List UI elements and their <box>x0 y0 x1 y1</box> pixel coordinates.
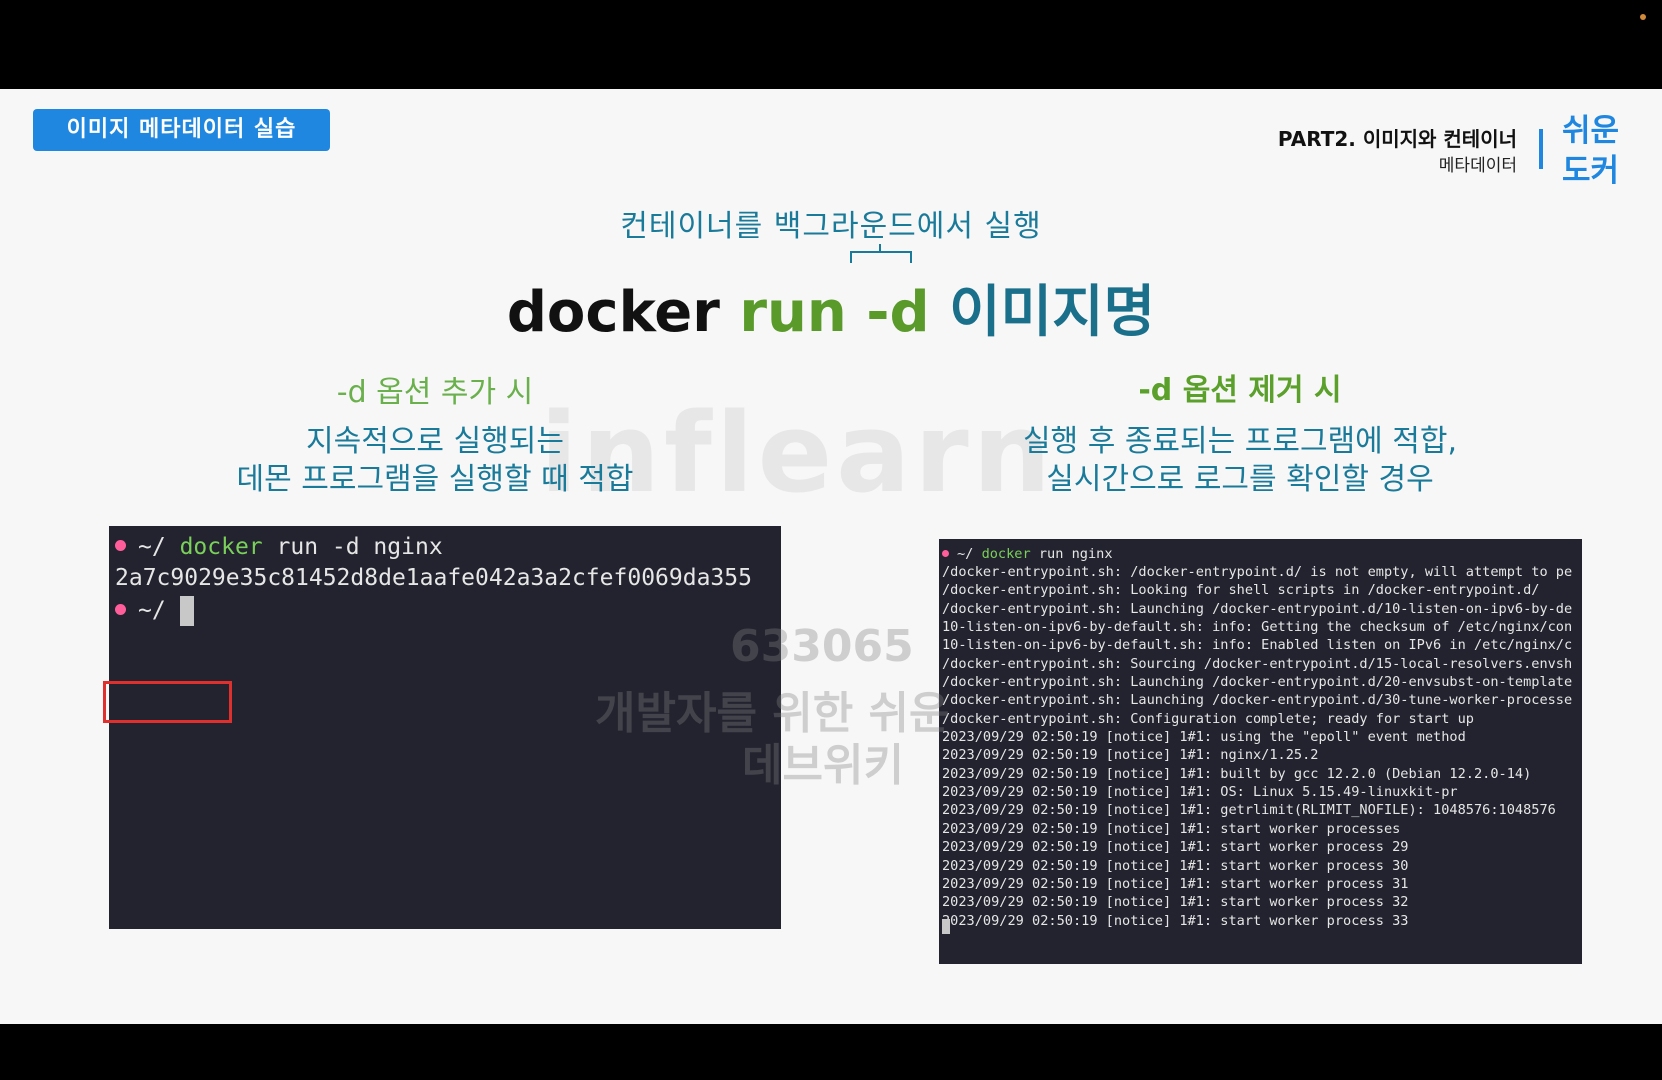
log-line: /docker-entrypoint.sh: Launching /docker… <box>942 692 1573 709</box>
logo-line-1: 쉬운 <box>1562 113 1620 149</box>
recording-indicator-dot <box>1640 14 1646 20</box>
terminal-cursor <box>942 919 950 934</box>
log-line: 2023/09/29 02:50:19 [notice] 1#1: built … <box>942 765 1532 782</box>
log-line: /docker-entrypoint.sh: Launching /docker… <box>942 600 1573 617</box>
right-desc-line-2: 실시간으로 로그를 확인할 경우 <box>1046 462 1434 497</box>
left-desc-line-2: 데몬 프로그램을 실행할 때 적합 <box>236 462 634 497</box>
log-line: 2023/09/29 02:50:19 [notice] 1#1: start … <box>942 820 1401 837</box>
right-desc-line-1: 실행 후 종료되는 프로그램에 적합, <box>1022 424 1458 459</box>
log-line: 2023/09/29 02:50:19 [notice] 1#1: getrli… <box>942 802 1556 819</box>
log-line: 2023/09/29 02:50:19 [notice] 1#1: start … <box>942 839 1409 856</box>
command-run-flag: run -d <box>739 280 930 345</box>
log-line: 2023/09/29 02:50:19 [notice] 1#1: start … <box>942 857 1409 874</box>
prompt-path: ~/ <box>957 546 974 562</box>
part-title: PART2. 이미지와 컨테이너 <box>1277 127 1517 151</box>
terminal-prompt-line: ~/ <box>115 596 194 626</box>
log-line: /docker-entrypoint.sh: Configuration com… <box>942 710 1474 727</box>
log-line: 10-listen-on-ipv6-by-default.sh: info: G… <box>942 619 1573 636</box>
log-line: /docker-entrypoint.sh: Sourcing /docker-… <box>942 655 1573 672</box>
left-heading: -d 옵션 추가 시 <box>336 375 534 410</box>
watermark-id: 633065 <box>730 621 914 672</box>
log-line: 2023/09/29 02:50:19 [notice] 1#1: OS: Li… <box>942 784 1458 801</box>
apple-prompt-icon <box>942 549 949 557</box>
command-docker: docker <box>506 280 720 345</box>
cmd-args: run -d nginx <box>262 534 443 560</box>
log-line: /docker-entrypoint.sh: Looking for shell… <box>942 582 1540 599</box>
log-line: /docker-entrypoint.sh: /docker-entrypoin… <box>942 564 1573 580</box>
right-description: 실행 후 종료되는 프로그램에 적합, 실시간으로 로그를 확인할 경우 <box>960 423 1520 499</box>
log-line: 2023/09/29 02:50:19 [notice] 1#1: start … <box>942 912 1409 929</box>
log-line: 10-listen-on-ipv6-by-default.sh: info: E… <box>942 637 1573 654</box>
command-image-name: 이미지명 <box>949 280 1156 345</box>
terminal-foreground-command: ~/ docker run nginx <box>942 545 1113 563</box>
log-line: 2023/09/29 02:50:19 [notice] 1#1: start … <box>942 894 1409 911</box>
apple-prompt-icon <box>115 540 126 551</box>
log-line: 2023/09/29 02:50:19 [notice] 1#1: using … <box>942 729 1466 746</box>
course-logo: 쉬운 도커 <box>1562 111 1632 191</box>
header-divider <box>1539 129 1543 169</box>
caption-bracket-tick <box>879 244 881 252</box>
watermark-line-3: 데브위키 <box>742 740 904 791</box>
container-id-output: 2a7c9029e35c81452d8de1aafe042a3a2cfef006… <box>115 565 752 591</box>
section-badge: 이미지 메타데이터 실습 <box>33 109 330 151</box>
terminal-foreground: ~/ docker run nginx /docker-entrypoint.s… <box>939 539 1582 964</box>
terminal-command-line: ~/ docker run -d nginx <box>115 534 443 560</box>
logo-line-2: 도커 <box>1562 153 1620 189</box>
left-desc-line-1: 지속적으로 실행되는 <box>306 424 564 459</box>
left-description: 지속적으로 실행되는 데몬 프로그램을 실행할 때 적합 <box>140 423 730 499</box>
slide: 이미지 메타데이터 실습 PART2. 이미지와 컨테이너 메타데이터 쉬운 도… <box>0 89 1662 1024</box>
cmd-docker-keyword: docker <box>981 546 1031 562</box>
cmd-args: run nginx <box>1030 546 1113 562</box>
prompt-highlight-box <box>103 681 232 723</box>
command-caption: 컨테이너를 백그라운드에서 실행 <box>620 209 1042 244</box>
command-syntax: docker run -d 이미지명 <box>0 267 1662 348</box>
right-heading: -d 옵션 제거 시 <box>1138 373 1342 408</box>
caption-bracket <box>850 251 912 263</box>
part-subtitle: 메타데이터 <box>1438 156 1517 176</box>
cmd-docker-keyword: docker <box>179 534 263 560</box>
log-output: /docker-entrypoint.sh: /docker-entrypoin… <box>942 563 1572 930</box>
prompt-path: ~/ <box>138 597 166 624</box>
terminal-cursor <box>179 596 194 626</box>
prompt-path: ~/ <box>138 534 166 560</box>
log-line: 2023/09/29 02:50:19 [notice] 1#1: nginx/… <box>942 747 1319 764</box>
log-line: 2023/09/29 02:50:19 [notice] 1#1: start … <box>942 875 1409 892</box>
log-line: /docker-entrypoint.sh: Launching /docker… <box>942 674 1573 691</box>
apple-prompt-icon <box>115 603 126 615</box>
